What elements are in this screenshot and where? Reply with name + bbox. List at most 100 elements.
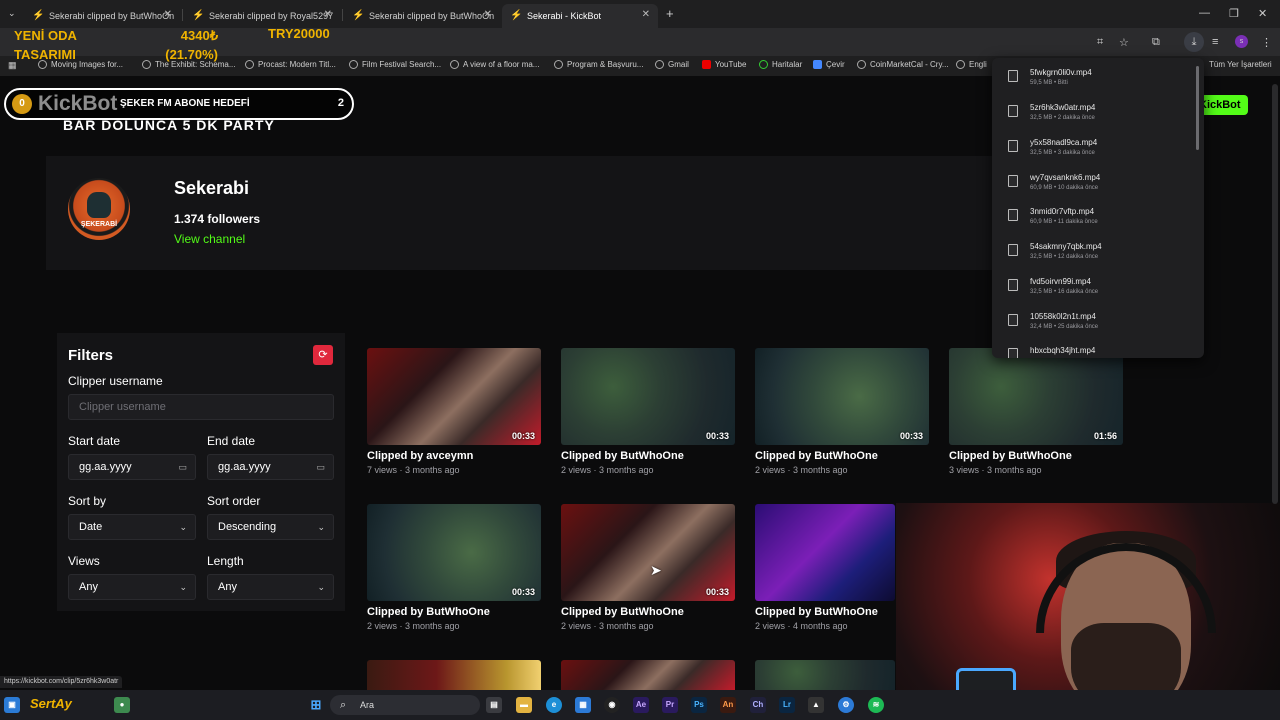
download-item[interactable]: 10558k0l2n1t.mp4 32,4 MB • 25 dakika önce	[992, 307, 1192, 341]
clip-thumbnail-partial[interactable]	[561, 660, 735, 690]
profile-avatar-icon[interactable]: s	[1235, 35, 1248, 48]
file-explorer-icon[interactable]: ▬	[516, 697, 532, 713]
app-triangle-icon[interactable]: ▲	[808, 697, 824, 713]
obs-icon[interactable]: ◉	[604, 697, 620, 713]
clip-duration: 00:33	[899, 431, 923, 441]
clip-title[interactable]: Clipped by ButWhoOne	[367, 606, 490, 618]
taskbar-search[interactable]: ⌕ Ara	[330, 695, 480, 715]
character-animator-icon[interactable]: Ch	[750, 697, 766, 713]
download-filename: 3nmid0r7vftp.mp4	[1030, 207, 1095, 216]
bookmark-favicon-icon	[956, 60, 965, 69]
all-bookmarks[interactable]: Tüm Yer İşaretleri	[1209, 60, 1272, 69]
end-date-input[interactable]: gg.aa.yyyy ▭	[207, 454, 334, 480]
clip-thumbnail[interactable]: 00:33	[755, 348, 929, 445]
animate-icon[interactable]: An	[720, 697, 736, 713]
sort-order-select[interactable]: Descending ⌄	[207, 514, 334, 540]
views-value: Any	[79, 581, 98, 593]
close-tab-icon[interactable]: ✕	[642, 9, 650, 20]
view-channel-link[interactable]: View channel	[174, 232, 245, 246]
clip-thumbnail[interactable]	[755, 504, 895, 601]
views-select[interactable]: Any ⌄	[68, 574, 196, 600]
download-item[interactable]: 5zr6hk3w0atr.mp4 32,5 MB • 2 dakika önce	[992, 98, 1192, 132]
bookmark-item[interactable]: Gmail	[655, 60, 689, 69]
task-view-icon[interactable]: ▤	[486, 697, 502, 713]
clipper-username-input[interactable]	[68, 394, 334, 420]
bookmark-item[interactable]: Program & Başvuru...	[554, 60, 643, 69]
reset-filters-button[interactable]: ⟳	[313, 345, 333, 365]
bookmark-star-icon[interactable]: ☆	[1119, 36, 1129, 49]
menu-kebab-icon[interactable]: ⋮	[1261, 36, 1272, 49]
bookmark-item[interactable]: Haritalar	[759, 60, 802, 69]
bookmark-item[interactable]: Film Festival Search...	[349, 60, 441, 69]
close-tab-icon[interactable]: ✕	[484, 9, 492, 20]
bookmark-label: A view of a floor ma...	[463, 60, 540, 69]
tab-2[interactable]: ⚡ Sekerabi clipped by Royal5297 ✕	[184, 4, 340, 28]
clip-title[interactable]: Clipped by ButWhoOne	[755, 450, 878, 462]
store-icon[interactable]: ▦	[575, 697, 591, 713]
extensions-icon[interactable]: ⧉	[1152, 36, 1160, 49]
tab-1[interactable]: ⚡ Sekerabi clipped by ButWhoOn ✕	[24, 4, 180, 28]
bookmark-item[interactable]: Procast: Modern Titl...	[245, 60, 336, 69]
file-icon	[1008, 140, 1018, 152]
calendar-icon[interactable]: ▭	[316, 455, 325, 479]
page-scrollbar[interactable]	[1272, 84, 1278, 504]
edge-icon[interactable]: e	[546, 697, 562, 713]
clip-thumbnail[interactable]: 00:33	[561, 348, 735, 445]
download-item[interactable]: 5fwkgrn0li0v.mp4 59,5 MB • Bitti	[992, 63, 1192, 97]
clip-thumbnail[interactable]: 00:33	[561, 504, 735, 601]
download-item[interactable]: hbxcbqh34jht.mp4	[992, 341, 1192, 358]
lightroom-icon[interactable]: Lr	[779, 697, 795, 713]
new-tab-icon[interactable]: +	[666, 6, 674, 21]
windows-start-icon[interactable]: ⊞	[308, 697, 324, 713]
clip-title[interactable]: Clipped by ButWhoOne	[755, 606, 878, 618]
download-item[interactable]: 54sakmny7qbk.mp4 32,5 MB • 12 dakika önce	[992, 237, 1192, 271]
bookmark-item[interactable]: Engli	[956, 60, 987, 69]
sort-by-select[interactable]: Date ⌄	[68, 514, 196, 540]
tab-list-chevron-icon[interactable]: ⌄	[8, 8, 16, 19]
calendar-icon[interactable]: ▭	[178, 455, 187, 479]
bookmark-item[interactable]: CoinMarketCal - Cry...	[857, 60, 949, 69]
clip-meta: 2 views · 3 months ago	[367, 621, 460, 631]
restore-icon[interactable]: ❐	[1229, 7, 1239, 20]
after-effects-icon[interactable]: Ae	[633, 697, 649, 713]
download-item[interactable]: fvd5oirvn99i.mp4 32,5 MB • 16 dakika önce	[992, 272, 1192, 306]
download-item[interactable]: 3nmid0r7vftp.mp4 60,9 MB • 11 dakika önce	[992, 202, 1192, 236]
tab-4-active[interactable]: ⚡ Sekerabi - KickBot ✕	[502, 4, 658, 28]
bookmark-item[interactable]: A view of a floor ma...	[450, 60, 539, 69]
start-date-input[interactable]: gg.aa.yyyy ▭	[68, 454, 196, 480]
clip-meta: 2 views · 3 months ago	[561, 465, 654, 475]
clip-title[interactable]: Clipped by avceymn	[367, 450, 473, 462]
premiere-icon[interactable]: Pr	[662, 697, 678, 713]
clip-thumbnail-partial[interactable]	[367, 660, 541, 690]
download-icon[interactable]: ⤓	[1184, 32, 1204, 52]
close-tab-icon[interactable]: ✕	[324, 9, 332, 20]
photoshop-icon[interactable]: Ps	[691, 697, 707, 713]
close-tab-icon[interactable]: ✕	[164, 9, 172, 20]
translate-icon[interactable]: ⌗	[1097, 36, 1103, 49]
close-window-icon[interactable]: ✕	[1258, 7, 1267, 20]
media-icon[interactable]: ≡	[1212, 36, 1218, 48]
bookmark-item[interactable]: Çevir	[813, 60, 845, 69]
clip-title[interactable]: Clipped by ButWhoOne	[561, 606, 684, 618]
spotify-icon[interactable]: ≋	[868, 697, 884, 713]
app-icon[interactable]: ●	[114, 697, 130, 713]
downloads-scrollbar[interactable]	[1196, 66, 1199, 150]
length-select[interactable]: Any ⌄	[207, 574, 334, 600]
kick-favicon-icon: ⚡	[510, 10, 523, 21]
sort-by-label: Sort by	[68, 494, 107, 508]
bookmark-item[interactable]: YouTube	[702, 60, 746, 69]
clip-thumbnail-partial[interactable]	[755, 660, 895, 690]
clip-thumbnail[interactable]: 00:33	[367, 348, 541, 445]
widgets-icon[interactable]: ▣	[4, 697, 20, 713]
app-settings-icon[interactable]: ⚙	[838, 697, 854, 713]
clip-thumbnail[interactable]: 01:56	[949, 348, 1123, 445]
clip-title[interactable]: Clipped by ButWhoOne	[561, 450, 684, 462]
clip-title[interactable]: Clipped by ButWhoOne	[949, 450, 1072, 462]
tab-3[interactable]: ⚡ Sekerabi clipped by ButWhoOn ✕	[344, 4, 500, 28]
download-item[interactable]: wy7qvsanknk6.mp4 60,9 MB • 10 dakika önce	[992, 168, 1192, 202]
download-meta: 32,5 MB • 3 dakika önce	[1030, 150, 1095, 156]
clip-thumbnail[interactable]: 00:33	[367, 504, 541, 601]
minimize-icon[interactable]: —	[1199, 7, 1210, 19]
windows-taskbar: ▣ SertAy ● ⊞ ⌕ Ara ▤ ▬ e ▦ ◉ Ae Pr Ps An…	[0, 690, 1280, 720]
download-item[interactable]: y5x58nadl9ca.mp4 32,5 MB • 3 dakika önce	[992, 133, 1192, 167]
